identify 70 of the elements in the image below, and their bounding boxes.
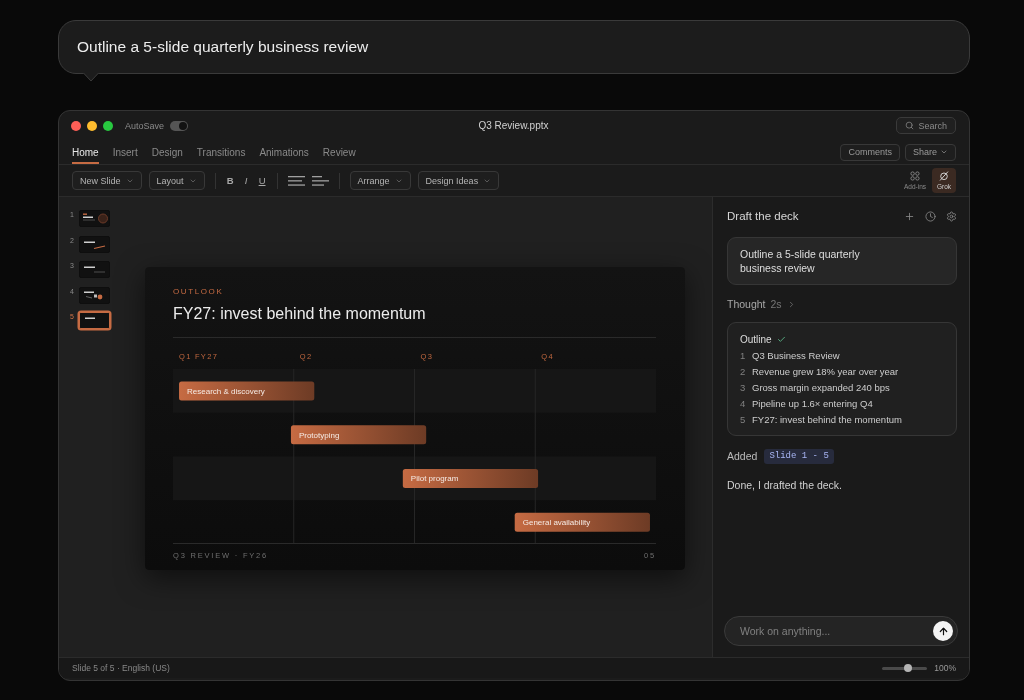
slider-thumb[interactable] [904,664,913,672]
ribbon-tab[interactable]: Review [322,140,356,164]
list-number: 2 [740,366,746,378]
status-text: Slide 5 of 5 · English (US) [72,663,171,673]
outline-item: Gross margin expanded 240 bps [752,382,890,393]
ribbon-tab[interactable]: Design [151,140,183,164]
chevron-down-icon [940,148,948,156]
autosave-toggle[interactable] [170,120,189,131]
ribbon-tab[interactable]: Home [72,140,99,164]
grid-icon [910,171,920,181]
header-button[interactable]: Comments [840,143,900,161]
arrow-up-icon [937,625,949,637]
close-button[interactable] [71,120,81,131]
message-field[interactable]: Work on anything... [724,616,958,646]
ribbon-tab[interactable]: Insert [112,140,138,164]
list-number: 5 [740,413,746,425]
clock-icon[interactable] [925,210,936,222]
list-number: 3 [740,382,746,393]
slide-thumbnail[interactable] [79,312,110,329]
ribbon-tab[interactable]: Animations [259,140,309,164]
panel-title: Draft the deck [727,210,800,222]
window-title: Q3 Review.pptx [478,120,549,131]
slide-title: FY27: invest behind the momentum [173,304,426,324]
outline-item: Q3 Business Review [752,350,840,362]
dropdown-button[interactable]: Arrange [349,171,411,190]
plus-icon[interactable] [904,210,915,222]
slide-eyebrow: OUTLOOK [173,287,224,297]
menu-button[interactable]: Share [904,143,956,161]
italic-button[interactable]: I [241,175,251,186]
message-input[interactable]: Work on anything... [740,624,927,638]
search-button[interactable]: Search [896,117,956,134]
search-icon [905,121,915,130]
dropdown-button[interactable]: New Slide [72,171,142,190]
underline-button[interactable]: U [257,175,267,186]
bold-button[interactable]: B [225,175,235,186]
bar-label: Pilot program [410,474,459,484]
slide-preview [80,211,109,226]
slide-range-chip: Slide 1 - 5 [764,449,834,464]
prompt-message: Outline a 5-slide quarterly business review [77,38,369,56]
send-button[interactable] [933,621,953,641]
prompt-text: Outline a 5-slide quarterly business review [740,247,861,275]
slashed-circle-icon [939,171,949,181]
outline-title: Outline [740,333,772,345]
slide-thumbnail[interactable] [79,235,110,253]
maximize-button[interactable] [103,120,113,131]
outline-item: Pipeline up 1.6× entering Q4 [752,397,873,409]
thought-toggle[interactable]: Thought 2s [727,297,796,311]
zoom-slider[interactable] [882,666,928,670]
list-number: 4 [740,397,746,409]
outline-item: Revenue grew 18% year over year [752,366,899,378]
bar-label: General availability [522,518,591,528]
dropdown-button[interactable]: Design Ideas [417,171,500,190]
ribbon-tab[interactable]: Transitions [196,140,246,164]
align-justify-icon[interactable] [287,175,305,186]
dropdown-button[interactable]: Layout [148,171,205,190]
list-number: 1 [740,350,746,362]
autosave-label: AutoSave [125,120,165,131]
align-left-icon[interactable] [311,175,329,186]
zoom-level: 100% [934,663,956,673]
outline-item: FY27: invest behind the momentum [752,413,902,425]
slide-thumbnail[interactable] [79,261,110,278]
minimize-button[interactable] [87,120,97,131]
bar-label: Prototyping [298,430,340,440]
reply-text: Done, I drafted the deck. [727,479,842,492]
slide-thumbnail[interactable] [79,210,110,227]
settings-icon[interactable] [946,210,957,222]
added-label: Added [727,450,758,463]
bar-label: Research & discovery [187,387,265,396]
slide-thumbnail[interactable] [79,286,110,304]
slide-preview [80,313,109,328]
